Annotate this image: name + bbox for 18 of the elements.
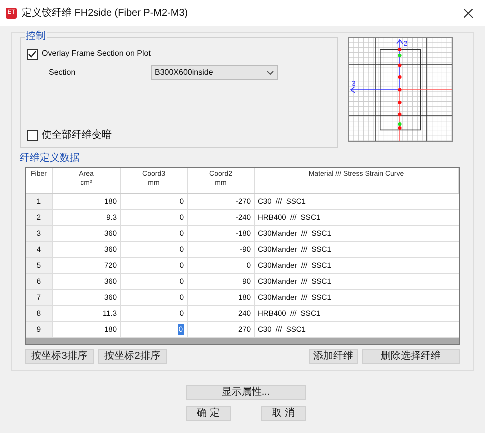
add-fiber-button[interactable]: 添加纤维 [309,349,358,364]
sort-button[interactable]: 按坐标3排序 [25,349,94,364]
close-icon[interactable] [464,8,473,18]
group-title: 控制 [25,32,47,42]
cancel-button[interactable]: 取 消 [261,406,306,421]
section-label: Section [49,66,77,78]
sort-button[interactable]: 按坐标2排序 [98,349,167,364]
window-title: 定义铰纤维 FH2side (Fiber P-M2-M3) [22,6,188,20]
section-title: 纤维定义数据 [20,154,81,164]
checkbox[interactable] [27,130,38,141]
section-dropdown[interactable]: B300X600inside [151,65,278,80]
chevron-icon [267,70,274,74]
show-properties-button[interactable]: 显示属性... [186,385,306,400]
overlay-label: Overlay Frame Section on Plot [42,48,151,60]
delete-fiber-button[interactable]: 删除选择纤维 [362,349,460,364]
dim-label: 使全部纤维变暗 [42,128,112,143]
ok-button[interactable]: 确 定 [186,406,231,421]
checkbox[interactable] [27,48,38,60]
